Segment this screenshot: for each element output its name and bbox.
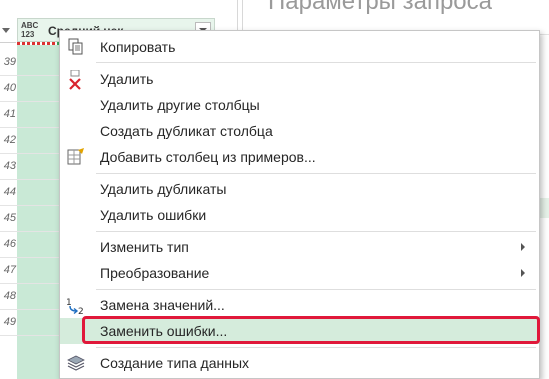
menu-item-remove-errors[interactable]: Удалить ошибки [60, 202, 539, 228]
menu-item-remove-duplicates[interactable]: Удалить дубликаты [60, 176, 539, 202]
menu-item-label: Удалить другие столбцы [100, 97, 260, 113]
menu-separator [96, 173, 536, 174]
row-number: 43 [3, 160, 16, 172]
row-number: 42 [3, 134, 16, 146]
menu-separator [96, 289, 536, 290]
menu-item-remove-other-columns[interactable]: Удалить другие столбцы [60, 92, 539, 118]
column-type-badge[interactable]: ABC 123 [21, 21, 38, 39]
row-number: 47 [3, 264, 16, 276]
delete-column-icon [66, 69, 86, 90]
query-settings-title: Параметры запроса [268, 0, 492, 15]
menu-separator [96, 62, 536, 63]
menu-item-label: Добавить столбец из примеров... [100, 149, 316, 165]
menu-item-label: Создание типа данных [100, 355, 250, 371]
submenu-arrow-icon [521, 269, 525, 277]
copy-icon [66, 38, 86, 56]
row-number: 44 [3, 186, 16, 198]
menu-item-label: Создать дубликат столбца [100, 123, 273, 139]
menu-item-label: Удалить ошибки [100, 207, 207, 223]
row-number: 49 [3, 316, 16, 328]
menu-item-label: Изменить тип [100, 239, 189, 255]
menu-item-transform[interactable]: Преобразование [60, 260, 539, 286]
select-all-corner[interactable] [0, 18, 16, 43]
menu-separator [96, 347, 536, 348]
svg-text:1: 1 [66, 298, 72, 308]
replace-values-icon: 1 2 [66, 296, 86, 317]
svg-text:2: 2 [78, 307, 84, 316]
submenu-arrow-icon [521, 243, 525, 251]
menu-item-label: Копировать [100, 39, 176, 55]
menu-item-create-data-type[interactable]: Создание типа данных [60, 350, 539, 376]
row-number: 39 [3, 56, 16, 68]
menu-item-remove[interactable]: Удалить [60, 66, 539, 92]
row-number: 41 [3, 108, 16, 120]
menu-item-duplicate-column[interactable]: Создать дубликат столбца [60, 118, 539, 144]
menu-item-replace-values[interactable]: 1 2 Замена значений... [60, 292, 539, 318]
menu-item-label: Преобразование [100, 265, 210, 281]
row-number: 40 [3, 82, 16, 94]
menu-item-label: Замена значений... [100, 297, 225, 313]
menu-item-column-from-examples[interactable]: Добавить столбец из примеров... [60, 144, 539, 170]
row-number: 48 [3, 290, 16, 302]
menu-item-copy[interactable]: Копировать [60, 34, 539, 60]
menu-item-label: Удалить [100, 71, 154, 87]
data-type-icon [66, 354, 86, 372]
menu-separator [96, 231, 536, 232]
menu-item-label: Удалить дубликаты [100, 181, 227, 197]
menu-item-change-type[interactable]: Изменить тип [60, 234, 539, 260]
corner-dropdown-icon [2, 28, 10, 33]
annotation-highlight-box [82, 316, 540, 344]
row-number: 45 [3, 212, 16, 224]
row-number: 46 [3, 238, 16, 250]
column-from-examples-icon [66, 148, 86, 166]
